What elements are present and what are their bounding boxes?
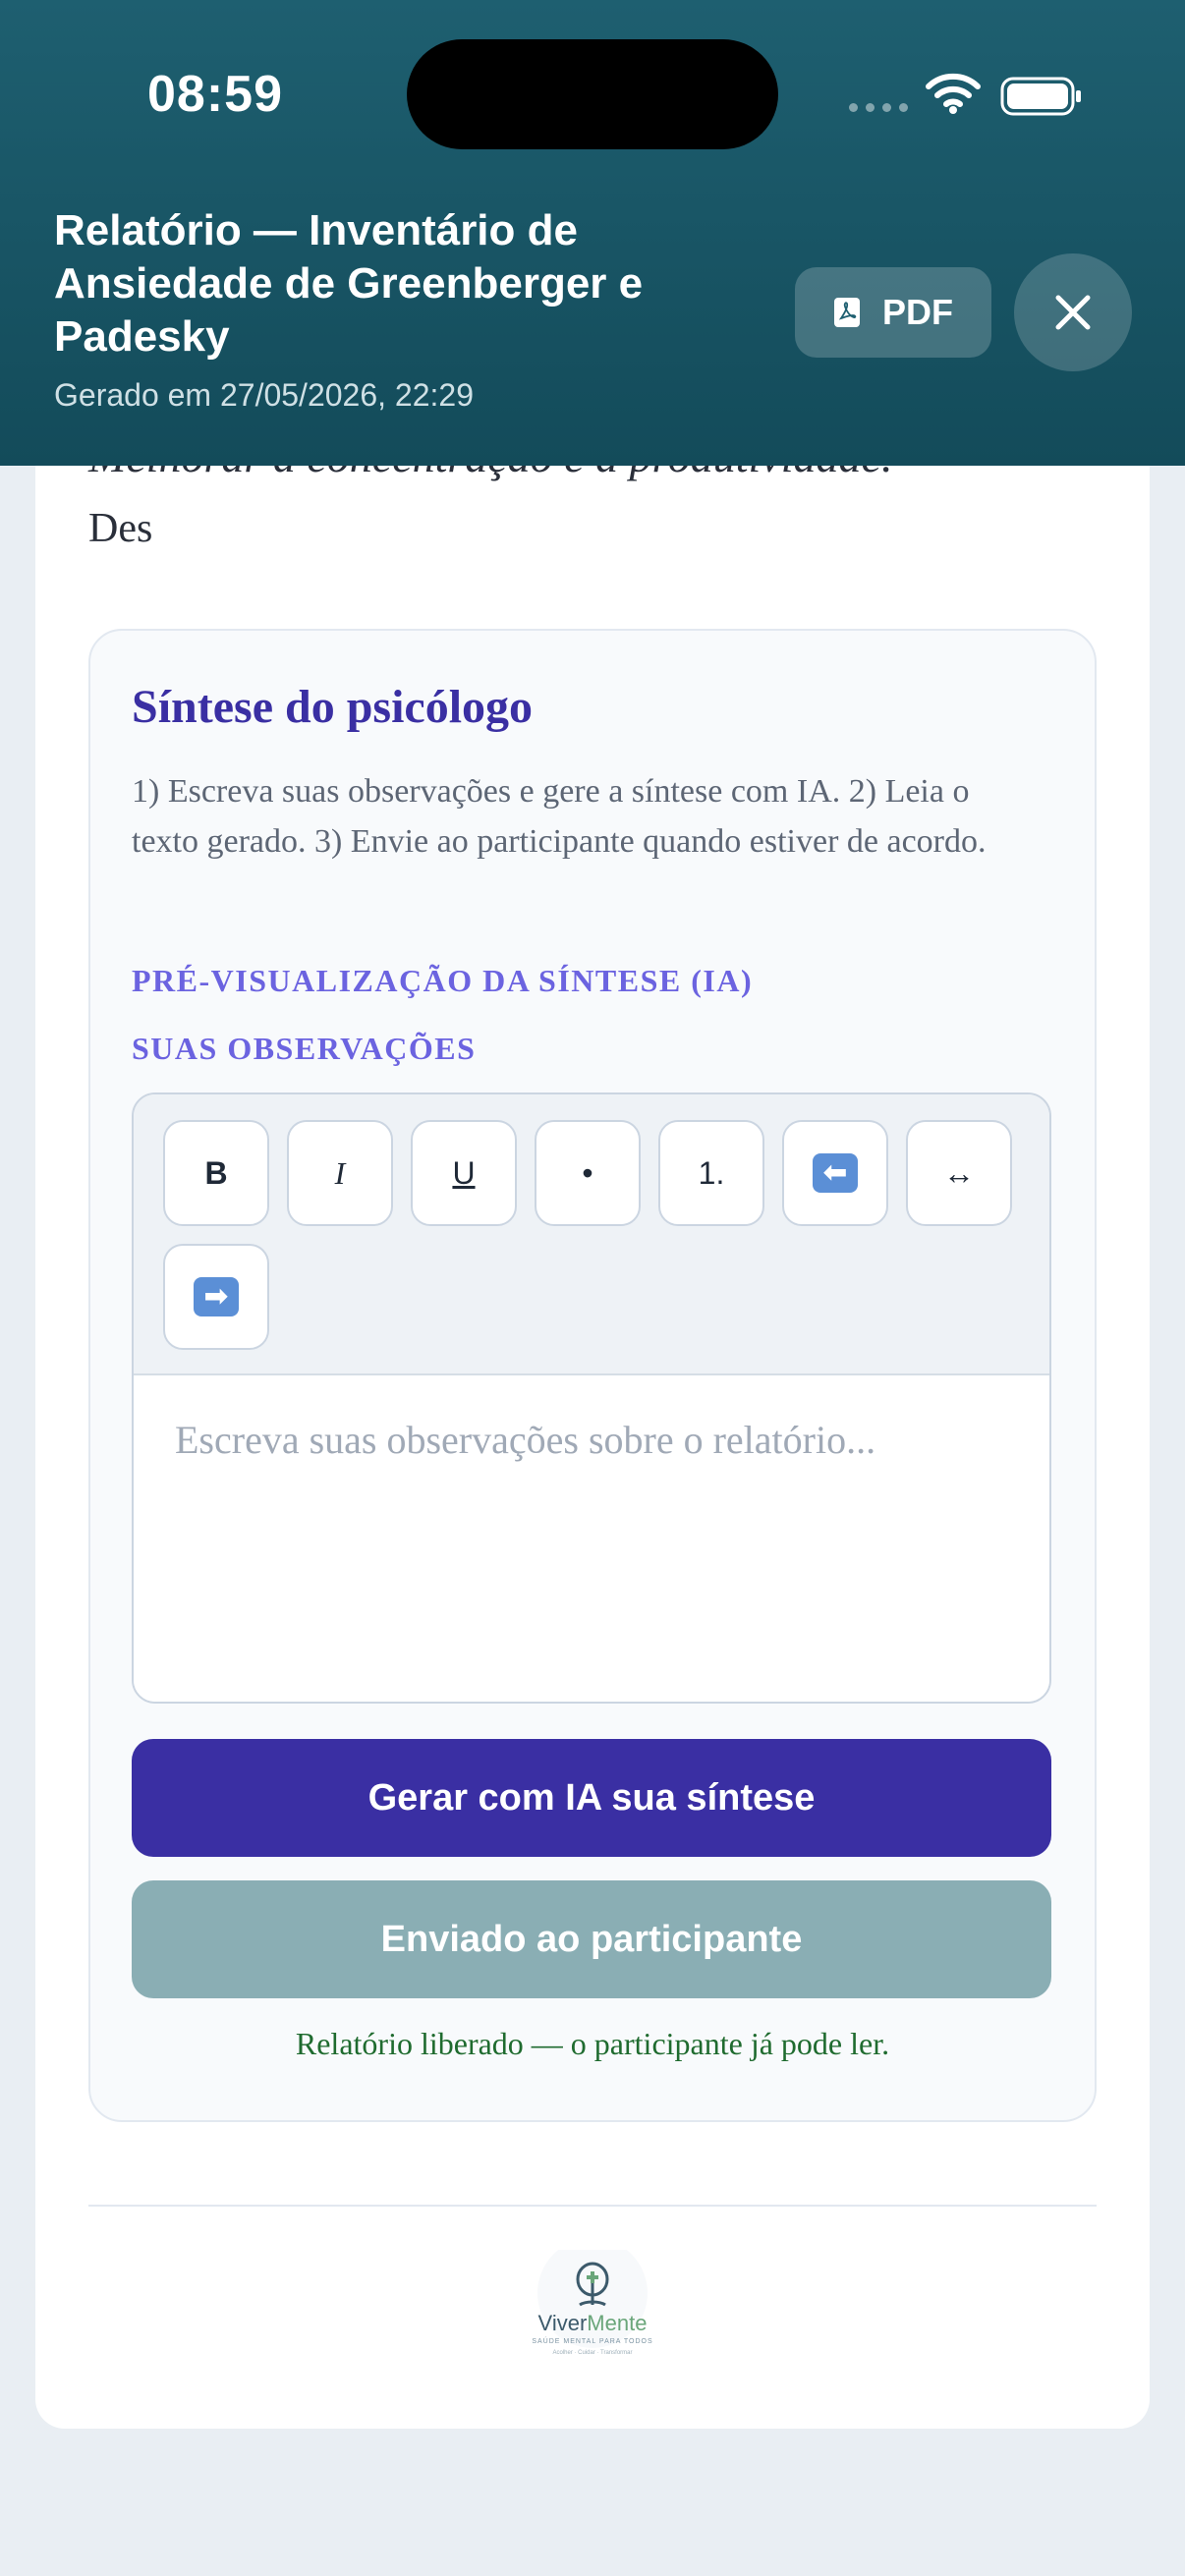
generate-synthesis-button[interactable]: Gerar com IA sua síntese [132,1739,1051,1857]
logo-subline: Acolher · Cuidar · Transformar [552,2350,633,2356]
outdent-button[interactable]: ⬅ [782,1120,888,1226]
editor-toolbar: B I U • 1. ⬅ ↔ ➡ [134,1094,1049,1375]
battery-icon [1000,77,1081,116]
observations-label: SUAS OBSERVAÇÕES [132,1031,477,1066]
bold-button[interactable]: B [163,1120,269,1226]
arrow-right-icon: ➡ [194,1277,239,1316]
pdf-file-icon [834,298,860,327]
logo-word-viver: Viver [537,2311,588,2335]
preview-label: PRÉ-VISUALIZAÇÃO DA SÍNTESE (IA) [132,963,754,998]
bullet-list-button[interactable]: • [535,1120,641,1226]
observations-input[interactable] [134,1377,1049,1702]
vivermente-logo [537,2250,648,2348]
synthesis-instructions: 1) Escreva suas observações e gere a sín… [132,773,987,860]
wifi-icon [926,73,981,114]
synthesis-title: Síntese do psicólogo [132,681,534,733]
italic-button[interactable]: I [287,1120,393,1226]
underline-button[interactable]: U [411,1120,517,1226]
pdf-button[interactable]: PDF [795,267,991,358]
logo-tagline: SAÚDE MENTAL PARA TODOS [532,2338,653,2345]
status-time: 08:59 [147,66,283,123]
close-icon [1055,295,1091,330]
numbered-list-button[interactable]: 1. [658,1120,764,1226]
generated-date: Gerado em 27/05/2026, 22:29 [54,377,474,413]
released-message: Relatório liberado — o participante já p… [295,2026,890,2061]
footer-divider [88,2205,1097,2207]
observations-editor: B I U • 1. ⬅ ↔ ➡ [132,1092,1051,1704]
dynamic-island [407,39,778,149]
cellular-signal-icon [849,103,908,112]
pdf-label: PDF [882,292,953,332]
close-button[interactable] [1014,253,1132,371]
app-header: 08:59 Relatório — Inventário de Ansiedad… [0,0,1185,466]
sent-to-participant-button[interactable]: Enviado ao participante [132,1880,1051,1998]
page: Melhorar a concentração e a produtividad… [0,0,1185,2576]
report-title: Relatório — Inventário de Ansiedade de G… [54,206,644,361]
logo-wordmark: ViverMente [509,2311,676,2336]
truncated-text: Des [88,506,153,551]
logo-word-mente: Mente [587,2311,648,2335]
indent-toggle-button[interactable]: ↔ [906,1120,1012,1226]
indent-button[interactable]: ➡ [163,1244,269,1350]
arrow-left-icon: ⬅ [813,1153,858,1193]
